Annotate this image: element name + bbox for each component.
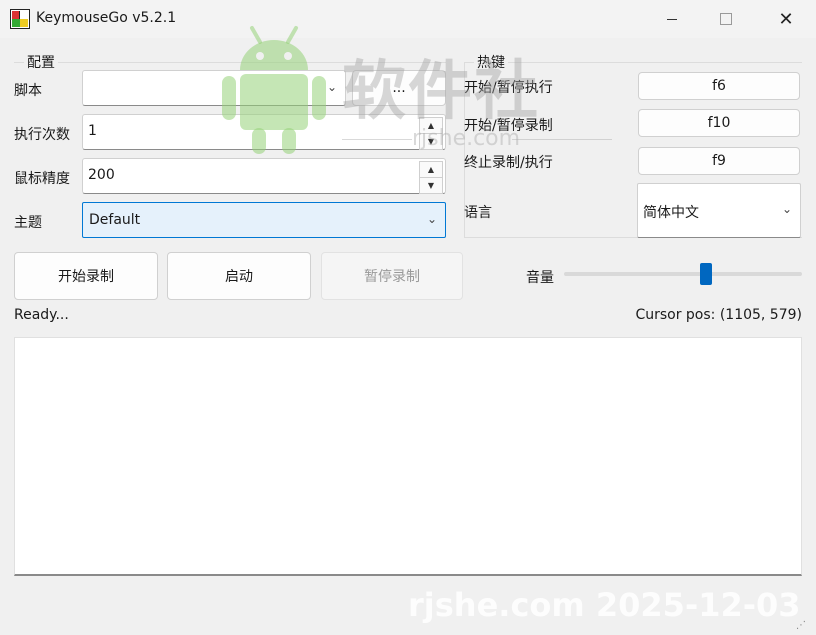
window-title: KeymouseGo v5.2.1: [36, 10, 177, 26]
volume-slider[interactable]: [564, 272, 802, 276]
watermark-sub: rjshe.com: [412, 126, 521, 151]
config-legend: 配置: [24, 52, 58, 72]
watermark-main: 软件社: [342, 55, 540, 129]
repeat-count-label: 执行次数: [14, 127, 70, 143]
start-pause-exec-hotkey[interactable]: f6: [638, 72, 800, 100]
arrow-down-icon[interactable]: ▼: [419, 177, 443, 194]
language-value: 简体中文: [643, 205, 699, 221]
language-label: 语言: [464, 205, 492, 221]
log-textarea[interactable]: [14, 337, 802, 576]
stop-label: 终止录制/执行: [464, 155, 553, 171]
launch-button[interactable]: 启动: [167, 252, 311, 300]
script-label: 脚本: [14, 83, 42, 99]
status-text: Ready...: [14, 307, 69, 323]
cursor-position: Cursor pos: (1105, 579): [635, 307, 802, 323]
arrow-up-icon[interactable]: ▲: [419, 161, 443, 178]
minimize-icon: [667, 18, 677, 20]
language-select[interactable]: 简体中文 ⌄: [637, 183, 801, 238]
theme-value: Default: [89, 212, 141, 228]
maximize-icon: [720, 13, 732, 25]
pause-record-button[interactable]: 暂停录制: [321, 252, 463, 300]
watermark-line-left: [342, 139, 412, 140]
mouse-precision-label: 鼠标精度: [14, 171, 70, 187]
volume-label: 音量: [526, 270, 554, 286]
android-icon: [222, 26, 326, 154]
maximize-button[interactable]: [700, 0, 752, 38]
repeat-count-value: 1: [88, 123, 97, 139]
app-icon: [10, 9, 30, 29]
minimize-button[interactable]: [646, 0, 698, 38]
watermark-line-right: [512, 139, 612, 140]
theme-label: 主题: [14, 215, 42, 231]
start-record-button[interactable]: 开始录制: [14, 252, 158, 300]
mouse-precision-value: 200: [88, 167, 115, 183]
stop-hotkey[interactable]: f9: [638, 147, 800, 175]
chevron-down-icon: ⌄: [781, 202, 792, 216]
close-icon: ✕: [778, 8, 794, 30]
watermark-footer: rjshe.com 2025-12-03: [408, 586, 801, 624]
start-pause-record-hotkey[interactable]: f10: [638, 109, 800, 137]
volume-slider-thumb[interactable]: [699, 263, 712, 285]
title-bar[interactable]: KeymouseGo v5.2.1 ✕: [0, 0, 816, 38]
resize-grip-icon[interactable]: ⋰: [796, 620, 810, 632]
theme-select[interactable]: Default ⌄: [82, 202, 446, 238]
close-button[interactable]: ✕: [760, 0, 812, 38]
mouse-precision-spinbox[interactable]: 200 ▲ ▼: [82, 158, 446, 194]
chevron-down-icon: ⌄: [426, 212, 437, 226]
